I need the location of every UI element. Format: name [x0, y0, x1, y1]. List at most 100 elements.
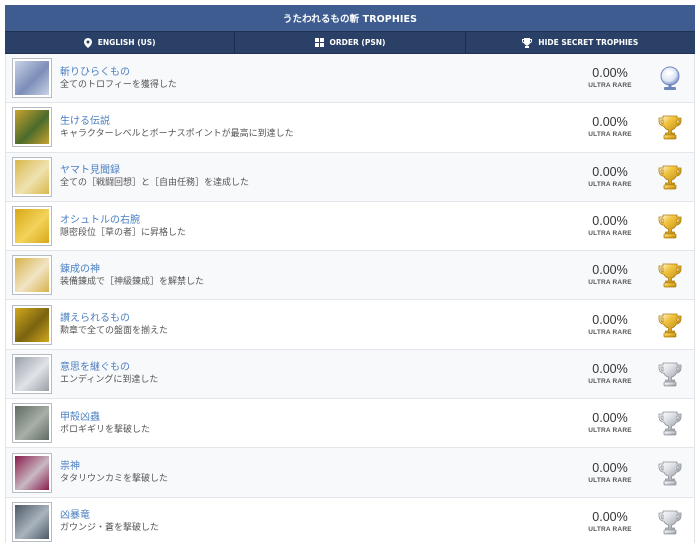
- page-title: うたわれるもの斬 TROPHIES: [5, 5, 695, 31]
- trophy-grade-cell: [652, 356, 688, 392]
- trophy-info: 凶暴竜 ガウンジ・蒼を撃破した: [60, 509, 580, 534]
- platinum-trophy-icon: [660, 66, 680, 91]
- trophy-row-1[interactable]: 斬りひらくもの 全てのトロフィーを獲得した 0.00% ULTRA RARE: [6, 54, 694, 104]
- trophy-name-link[interactable]: 凶暴竜: [60, 509, 580, 522]
- trophy-image: [15, 258, 49, 293]
- trophy-name-link[interactable]: オシュトルの右腕: [60, 214, 580, 227]
- trophy-description: 勲章で全ての盤面を揃えた: [60, 326, 169, 337]
- trophy-description: 全ての［戦闘回想］と［自由任務］を達成した: [60, 178, 250, 189]
- trophy-thumbnail: [12, 156, 52, 197]
- trophy-rarity-label: ULTRA RARE: [588, 427, 632, 435]
- trophy-grade-cell: [652, 307, 688, 343]
- trophy-row-3[interactable]: ヤマト見聞録 全ての［戦闘回想］と［自由任務］を達成した 0.00% ULTRA…: [6, 152, 694, 202]
- trophy-percent: 0.00%: [592, 66, 628, 81]
- trophy-rarity-label: ULTRA RARE: [588, 476, 632, 484]
- trophy-rarity-label: ULTRA RARE: [588, 279, 632, 287]
- trophy-rarity-label: ULTRA RARE: [588, 525, 632, 533]
- trophy-percent: 0.00%: [592, 115, 628, 130]
- trophy-rarity: 0.00% ULTRA RARE: [580, 510, 640, 534]
- trophy-percent: 0.00%: [592, 361, 628, 376]
- trophy-grade-cell: [652, 455, 688, 491]
- trophy-info: 讃えられるもの 勲章で全ての盤面を揃えた: [60, 312, 580, 337]
- trophy-name-link[interactable]: ヤマト見聞録: [60, 164, 580, 177]
- trophy-name-link[interactable]: 甲殻凶蟲: [60, 411, 580, 424]
- tab-hide-secret[interactable]: HIDE SECRET TROPHIES: [466, 32, 695, 53]
- trophy-rarity-label: ULTRA RARE: [588, 180, 632, 188]
- trophy-name-link[interactable]: 讃えられるもの: [60, 312, 580, 325]
- filter-tabs: ENGLISH (US) ORDER (PSN) HIDE SECRET TRO…: [5, 31, 695, 54]
- trophy-percent: 0.00%: [592, 312, 628, 327]
- trophy-grade-cell: [652, 504, 688, 540]
- gold-trophy-icon: [658, 313, 682, 338]
- trophy-name-link[interactable]: 祟神: [60, 460, 580, 473]
- trophy-row-7[interactable]: 意思を継ぐもの エンディングに到達した 0.00% ULTRA RARE: [6, 349, 694, 400]
- trophy-image: [15, 307, 49, 342]
- trophy-rarity: 0.00% ULTRA RARE: [580, 66, 640, 90]
- trophy-info: 斬りひらくもの 全てのトロフィーを獲得した: [60, 66, 580, 91]
- trophy-percent: 0.00%: [592, 164, 628, 179]
- trophy-info: 甲殻凶蟲 ボロギギリを撃破した: [60, 411, 580, 436]
- trophy-description: 隠密段位［草の者］に昇格した: [60, 227, 187, 238]
- trophy-row-9[interactable]: 祟神 タタリウンカミを撃破した 0.00% ULTRA RARE: [6, 448, 694, 498]
- trophy-row-4[interactable]: オシュトルの右腕 隠密段位［草の者］に昇格した 0.00% ULTRA RARE: [6, 201, 694, 252]
- trophy-percent: 0.00%: [592, 411, 628, 426]
- trophy-percent: 0.00%: [592, 214, 628, 229]
- trophy-grade-cell: [652, 109, 688, 145]
- trophy-info: 生ける伝説 キャラクターレベルとボーナスポイントが最高に到達した: [60, 115, 580, 140]
- trophy-icon: [522, 37, 533, 48]
- trophy-rarity-label: ULTRA RARE: [588, 230, 632, 238]
- gold-trophy-icon: [658, 214, 682, 239]
- tab-order-label: ORDER (PSN): [329, 38, 386, 47]
- trophy-rarity: 0.00% ULTRA RARE: [580, 214, 640, 238]
- trophy-image: [15, 455, 49, 490]
- location-pin-icon: [83, 37, 92, 48]
- trophy-description: エンディングに到達した: [60, 375, 159, 386]
- trophy-grade-cell: [652, 60, 688, 96]
- trophy-name-link[interactable]: 意思を継ぐもの: [60, 361, 580, 374]
- trophy-image: [15, 406, 49, 441]
- trophy-percent: 0.00%: [592, 263, 628, 278]
- trophy-name-link[interactable]: 斬りひらくもの: [60, 66, 580, 79]
- trophy-thumbnail: [12, 501, 52, 542]
- tab-hide-secret-label: HIDE SECRET TROPHIES: [538, 38, 639, 47]
- tab-order[interactable]: ORDER (PSN): [235, 32, 466, 53]
- trophy-description: 全てのトロフィーを獲得した: [60, 79, 177, 90]
- trophy-name-link[interactable]: 錬成の神: [60, 263, 580, 276]
- trophy-thumbnail: [12, 304, 52, 345]
- trophy-row-6[interactable]: 讃えられるもの 勲章で全ての盤面を揃えた 0.00% ULTRA RARE: [6, 300, 694, 350]
- trophy-image: [15, 159, 49, 194]
- trophy-row-2[interactable]: 生ける伝説 キャラクターレベルとボーナスポイントが最高に到達した 0.00% U…: [6, 103, 694, 153]
- silver-trophy-icon: [658, 362, 682, 387]
- trophy-image: [15, 356, 49, 391]
- trophy-thumbnail: [12, 255, 52, 296]
- trophy-rarity: 0.00% ULTRA RARE: [580, 313, 640, 337]
- tab-language[interactable]: ENGLISH (US): [5, 32, 236, 53]
- trophy-description: タタリウンカミを撃破した: [60, 474, 169, 485]
- gold-trophy-icon: [658, 263, 682, 288]
- trophy-image: [15, 504, 49, 539]
- trophy-rarity: 0.00% ULTRA RARE: [580, 263, 640, 287]
- silver-trophy-icon: [658, 411, 682, 436]
- trophy-grade-cell: [652, 405, 688, 441]
- gold-trophy-icon: [658, 165, 682, 190]
- trophy-row-8[interactable]: 甲殻凶蟲 ボロギギリを撃破した 0.00% ULTRA RARE: [6, 399, 694, 449]
- trophy-list: 斬りひらくもの 全てのトロフィーを獲得した 0.00% ULTRA RARE 生…: [5, 54, 695, 543]
- trophy-grade-cell: [652, 257, 688, 293]
- trophy-panel: うたわれるもの斬 TROPHIES ENGLISH (US) ORDER (PS…: [5, 5, 695, 543]
- silver-trophy-icon: [658, 510, 682, 535]
- trophy-name-link[interactable]: 生ける伝説: [60, 115, 580, 128]
- trophy-image: [15, 209, 49, 244]
- trophy-rarity: 0.00% ULTRA RARE: [580, 411, 640, 435]
- trophy-info: オシュトルの右腕 隠密段位［草の者］に昇格した: [60, 214, 580, 239]
- trophy-rarity-label: ULTRA RARE: [588, 82, 632, 90]
- trophy-rarity: 0.00% ULTRA RARE: [580, 115, 640, 139]
- trophy-row-5[interactable]: 錬成の神 装備錬成で［神級錬成］を解禁した 0.00% ULTRA RARE: [6, 251, 694, 301]
- trophy-info: ヤマト見聞録 全ての［戦闘回想］と［自由任務］を達成した: [60, 164, 580, 189]
- trophy-description: ガウンジ・蒼を撃破した: [60, 523, 160, 534]
- trophy-row-10[interactable]: 凶暴竜 ガウンジ・蒼を撃破した 0.00% ULTRA RARE: [6, 497, 694, 543]
- trophy-rarity: 0.00% ULTRA RARE: [580, 461, 640, 485]
- trophy-thumbnail: [12, 353, 52, 394]
- tab-language-label: ENGLISH (US): [97, 38, 156, 47]
- trophy-rarity: 0.00% ULTRA RARE: [580, 362, 640, 386]
- trophy-thumbnail: [12, 403, 52, 444]
